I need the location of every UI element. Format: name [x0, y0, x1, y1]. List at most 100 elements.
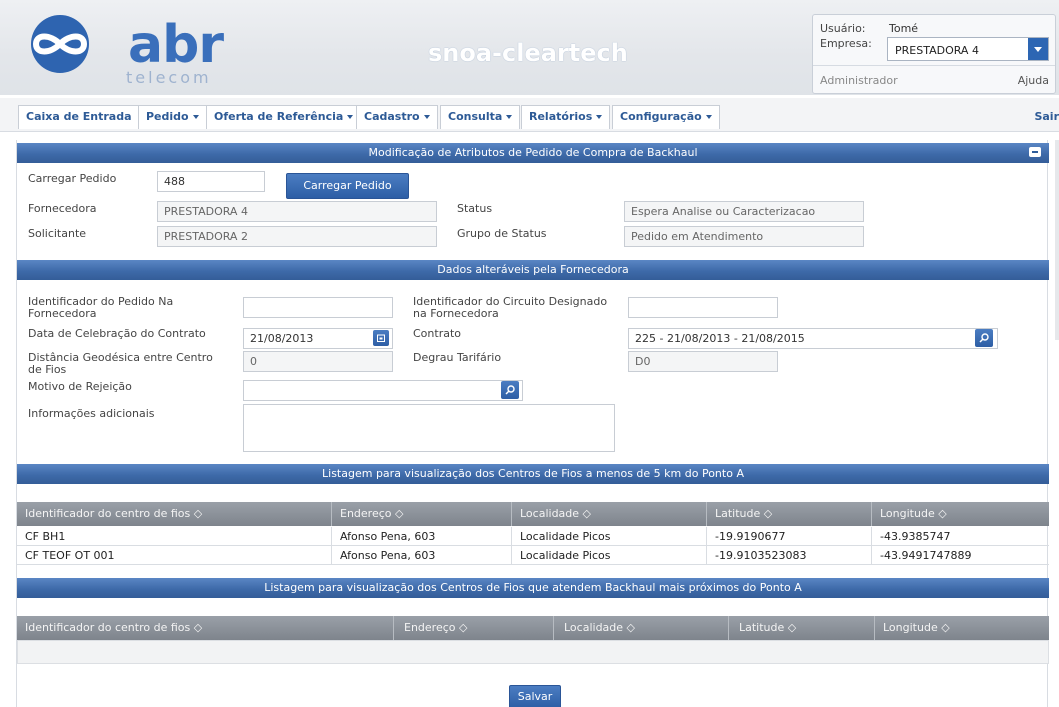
additional-info-textarea[interactable]: [243, 404, 615, 452]
column-header-id[interactable]: Identificador do centro de fios ◇: [17, 502, 332, 526]
cell-longitude: -43.9385747: [880, 530, 951, 543]
search-icon[interactable]: [501, 381, 519, 399]
load-order-input[interactable]: 488: [157, 171, 265, 192]
column-header-id[interactable]: Identificador do centro de fios ◇: [17, 616, 394, 640]
cell-locality: Localidade Picos: [512, 546, 707, 565]
cell-address: Afonso Pena, 603: [332, 546, 512, 565]
status-field: Espera Analise ou Caracterizacao: [624, 201, 864, 222]
circuit-id-input[interactable]: [628, 297, 778, 318]
main-nav: Caixa de Entrada Pedido Oferta de Referê…: [0, 98, 1059, 132]
nav-caixa-de-entrada[interactable]: Caixa de Entrada: [18, 105, 140, 129]
nav-label: Configuração: [620, 110, 702, 123]
contract-date-input[interactable]: 21/08/2013: [243, 328, 393, 349]
cell-latitude: -19.9190677: [707, 527, 872, 546]
search-icon[interactable]: [975, 329, 993, 347]
logo-subtitle: telecom: [126, 68, 212, 87]
empty-table-row: [17, 640, 1049, 664]
additional-info-label: Informações adicionais: [28, 407, 155, 420]
user-panel-footer: Administrador Ajuda: [813, 65, 1055, 93]
cell-id: CF BH1: [17, 527, 332, 546]
table-header: Identificador do centro de fios ◇ Endere…: [17, 502, 1049, 526]
supplier-field: PRESTADORA 4: [157, 201, 437, 222]
section-title: Dados alteráveis pela Fornecedora: [437, 263, 629, 276]
scrollbar[interactable]: [1055, 140, 1059, 340]
order-id-input[interactable]: [243, 297, 393, 318]
column-header-longitude[interactable]: Longitude ◇: [875, 616, 1049, 640]
nav-relatorios[interactable]: Relatórios: [521, 105, 611, 129]
user-role: Administrador: [820, 74, 898, 87]
app-title: snoa-cleartech: [428, 39, 628, 67]
nav-label: Cadastro: [364, 110, 420, 123]
nav-pedido[interactable]: Pedido: [138, 105, 207, 129]
tariff-label: Degrau Tarifário: [413, 351, 502, 364]
logout-link[interactable]: Sair: [1034, 110, 1059, 123]
section-title: Listagem para visualização dos Centros d…: [264, 581, 802, 594]
order-id-label: Identificador do Pedido Na Fornecedora: [28, 295, 174, 320]
nav-label: Oferta de Referência: [214, 110, 344, 123]
caret-down-icon: [192, 115, 199, 119]
caret-down-icon: [423, 115, 430, 119]
column-header-locality[interactable]: Localidade ◇: [554, 616, 729, 640]
nav-configuracao[interactable]: Configuração: [612, 105, 720, 129]
main-panel: Modificação de Atributos de Pedido de Co…: [16, 140, 1049, 707]
cell-address: Afonso Pena, 603: [332, 527, 512, 546]
column-header-address[interactable]: Endereço ◇: [332, 502, 512, 526]
collapse-icon[interactable]: [1029, 147, 1041, 157]
section-header-nearest-centers: Listagem para visualização dos Centros d…: [17, 578, 1049, 598]
user-name: Tomé: [889, 22, 919, 35]
cell-locality: Localidade Picos: [512, 527, 707, 546]
status-group-label: Grupo de Status: [457, 227, 547, 240]
user-label: Usuário:: [820, 22, 866, 35]
circuit-id-label: Identificador do Circuito Designado na F…: [413, 295, 608, 320]
table-row[interactable]: CF BH1 Afonso Pena, 603 Localidade Picos…: [17, 527, 1049, 546]
supplier-label: Fornecedora: [28, 202, 97, 215]
table-row[interactable]: CF TEOF OT 001 Afonso Pena, 603 Localida…: [17, 546, 1049, 565]
user-panel: Usuário: Tomé Empresa: PRESTADORA 4 Admi…: [812, 14, 1056, 94]
abr-telecom-logo[interactable]: abr telecom: [20, 14, 224, 87]
nav-oferta-de-referencia[interactable]: Oferta de Referência: [206, 105, 362, 129]
status-label: Status: [457, 202, 493, 215]
infinity-logo-icon: [31, 15, 89, 73]
nav-label: Consulta: [448, 110, 503, 123]
cell-id: CF TEOF OT 001: [17, 546, 332, 565]
caret-down-icon: [506, 115, 513, 119]
company-label: Empresa:: [820, 37, 872, 50]
load-order-label: Carregar Pedido: [28, 172, 117, 185]
nav-cadastro[interactable]: Cadastro: [356, 105, 438, 129]
column-header-latitude[interactable]: Latitude ◇: [707, 502, 872, 526]
company-select[interactable]: PRESTADORA 4: [887, 37, 1049, 61]
nav-label: Caixa de Entrada: [26, 110, 132, 123]
contract-input[interactable]: 225 - 21/08/2013 - 21/08/2015: [628, 328, 998, 349]
logo-text: abr: [128, 15, 224, 75]
chevron-down-icon[interactable]: [1028, 38, 1048, 60]
requester-field: PRESTADORA 2: [157, 226, 437, 247]
caret-down-icon: [347, 115, 354, 119]
status-group-field: Pedido em Atendimento: [624, 226, 864, 247]
app-header: abr telecom snoa-cleartech Usuário: Tomé…: [0, 0, 1059, 95]
column-header-locality[interactable]: Localidade ◇: [512, 502, 707, 526]
column-header-longitude[interactable]: Longitude ◇: [872, 502, 1049, 526]
column-header-latitude[interactable]: Latitude ◇: [729, 616, 875, 640]
cell-latitude: -19.9103523083: [707, 546, 872, 565]
company-select-value: PRESTADORA 4: [895, 44, 979, 57]
nav-label: Pedido: [146, 110, 189, 123]
distance-field: 0: [243, 351, 393, 372]
column-header-address[interactable]: Endereço ◇: [394, 616, 554, 640]
distance-label: Distância Geodésica entre Centro de Fios: [28, 351, 213, 376]
calendar-icon[interactable]: [373, 330, 389, 346]
section-header-centers-5km: Listagem para visualização dos Centros d…: [17, 464, 1049, 484]
table-header: Identificador do centro de fios ◇ Endere…: [17, 616, 1049, 640]
section-header-order: Modificação de Atributos de Pedido de Co…: [17, 143, 1049, 163]
section-header-supplier-data: Dados alteráveis pela Fornecedora: [17, 260, 1049, 280]
save-button[interactable]: Salvar: [509, 685, 561, 707]
contract-label: Contrato: [413, 327, 462, 340]
load-order-button[interactable]: Carregar Pedido: [286, 173, 409, 199]
help-link[interactable]: Ajuda: [1018, 74, 1049, 87]
nav-consulta[interactable]: Consulta: [440, 105, 521, 129]
cell-longitude: -43.9491747889: [880, 549, 972, 562]
requester-label: Solicitante: [28, 227, 87, 240]
nav-label: Relatórios: [529, 110, 593, 123]
caret-down-icon: [596, 115, 603, 119]
rejection-input[interactable]: [243, 380, 523, 401]
tariff-field: D0: [628, 351, 778, 372]
